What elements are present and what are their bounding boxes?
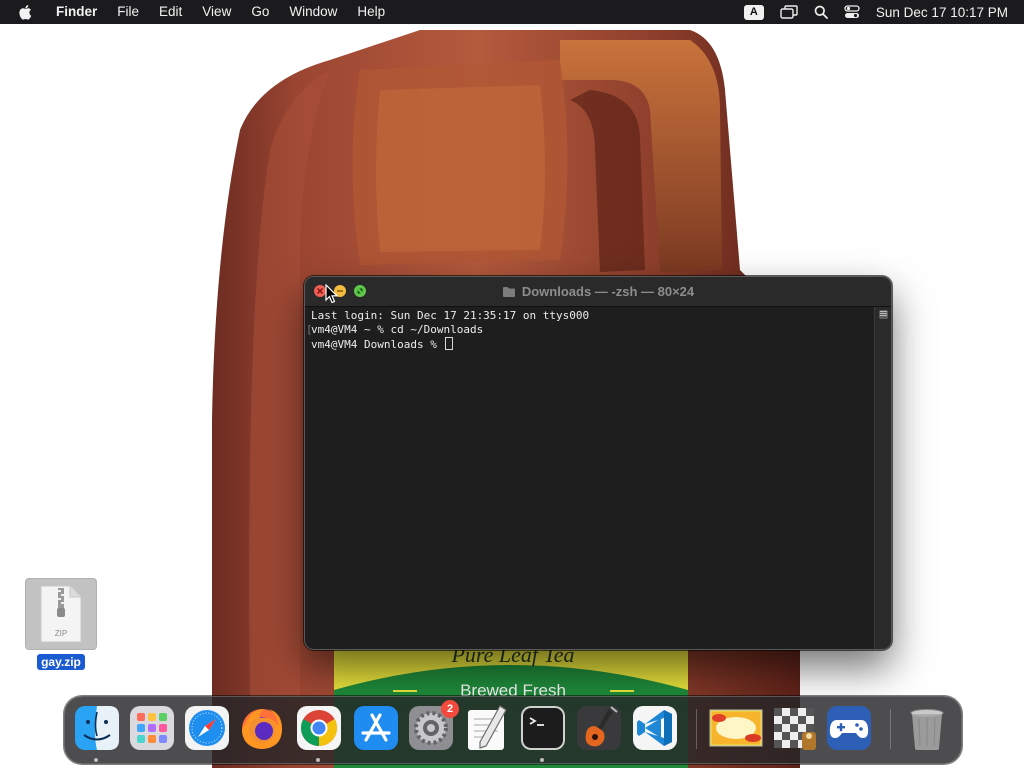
menu-file[interactable]: File <box>107 0 149 24</box>
running-indicator <box>94 758 98 762</box>
vscode-icon <box>633 706 677 750</box>
terminal-line: Last login: Sun Dec 17 21:35:17 on ttys0… <box>311 309 875 323</box>
running-indicator <box>540 758 544 762</box>
dock-finder[interactable] <box>73 704 121 762</box>
apple-menu[interactable] <box>0 4 46 20</box>
menu-window[interactable]: Window <box>279 0 347 24</box>
running-indicator <box>316 758 320 762</box>
terminal-window[interactable]: Downloads — -zsh — 80×24 Last login: Sun… <box>304 276 892 650</box>
finder-icon <box>75 706 119 750</box>
dock-garageband[interactable] <box>575 704 623 752</box>
menu-bar-clock[interactable]: Sun Dec 17 10:17 PM <box>868 5 1024 20</box>
launchpad-icon <box>130 706 174 750</box>
dock-safari[interactable] <box>183 704 231 752</box>
dock-checkerboard[interactable] <box>770 704 818 752</box>
menu-view[interactable]: View <box>192 0 241 24</box>
scroll-marker-icon[interactable] <box>879 310 888 319</box>
spotlight-search-icon[interactable] <box>814 5 828 19</box>
input-source-label: A <box>743 4 764 20</box>
textedit-icon <box>468 705 507 750</box>
zip-file-type-label: ZIP <box>55 629 67 638</box>
dock-launchpad[interactable] <box>128 704 176 752</box>
chrome-icon <box>297 706 341 750</box>
game-controller-icon <box>827 706 871 750</box>
mark-bracket-left: [ <box>306 323 313 336</box>
dock-separator <box>890 709 891 749</box>
menu-help[interactable]: Help <box>347 0 395 24</box>
garageband-icon <box>577 706 621 750</box>
safari-icon <box>185 706 229 750</box>
firefox-icon <box>242 709 282 749</box>
apple-icon <box>19 5 32 20</box>
terminal-prompt-text: vm4@VM4 Downloads % <box>311 338 444 351</box>
screen-mirroring-icon[interactable] <box>780 5 798 19</box>
folder-icon <box>502 286 516 298</box>
terminal-title: Downloads — -zsh — 80×24 <box>305 277 891 306</box>
mouse-pointer-icon <box>325 284 339 304</box>
terminal-line-text: Last login: Sun Dec 17 21:35:17 on ttys0… <box>311 309 590 322</box>
terminal-scrollbar[interactable] <box>874 307 891 649</box>
terminal-line-text: vm4@VM4 ~ % cd ~/Downloads <box>311 323 484 336</box>
desktop-file-name[interactable]: gay.zip <box>37 654 85 670</box>
terminal-content[interactable]: Last login: Sun Dec 17 21:35:17 on ttys0… <box>305 307 881 649</box>
terminal-title-bar[interactable]: Downloads — -zsh — 80×24 <box>305 277 891 307</box>
app-menu-finder[interactable]: Finder <box>46 0 107 24</box>
dock-textedit[interactable] <box>462 704 510 752</box>
dock-separator <box>696 709 697 749</box>
dock-firefox[interactable] <box>238 704 286 752</box>
dock-system-settings[interactable]: 2 <box>407 700 459 752</box>
terminal-line: [vm4@VM4 ~ % cd ~/Downloads] <box>306 323 881 337</box>
trash-icon <box>910 709 944 750</box>
menu-bar: Finder File Edit View Go Window Help A S… <box>0 0 1024 24</box>
dock-game-controller[interactable] <box>825 704 873 752</box>
desktop-file-zip[interactable]: ZIP gay.zip <box>24 578 98 670</box>
dock-image-thumbnail[interactable] <box>709 704 763 752</box>
input-source-icon[interactable]: A <box>743 4 764 20</box>
notification-badge: 2 <box>441 700 459 718</box>
dock-vscode[interactable] <box>631 704 679 752</box>
dock-terminal[interactable] <box>519 704 567 762</box>
text-cursor <box>445 337 454 350</box>
terminal-title-text: Downloads — -zsh — 80×24 <box>521 284 695 299</box>
control-center-icon[interactable] <box>844 5 860 19</box>
dock-app-store[interactable] <box>352 704 400 752</box>
image-thumbnail-icon <box>709 709 763 747</box>
terminal-line: vm4@VM4 Downloads % <box>311 337 875 351</box>
dock-chrome[interactable] <box>295 704 343 762</box>
zip-file-icon: ZIP <box>25 578 97 650</box>
menu-go[interactable]: Go <box>241 0 279 24</box>
dock: 2 <box>64 696 962 764</box>
menu-edit[interactable]: Edit <box>149 0 192 24</box>
app-store-icon <box>354 706 398 750</box>
dock-trash[interactable] <box>903 704 951 752</box>
checkerboard-icon <box>774 708 816 750</box>
terminal-icon <box>521 706 565 750</box>
